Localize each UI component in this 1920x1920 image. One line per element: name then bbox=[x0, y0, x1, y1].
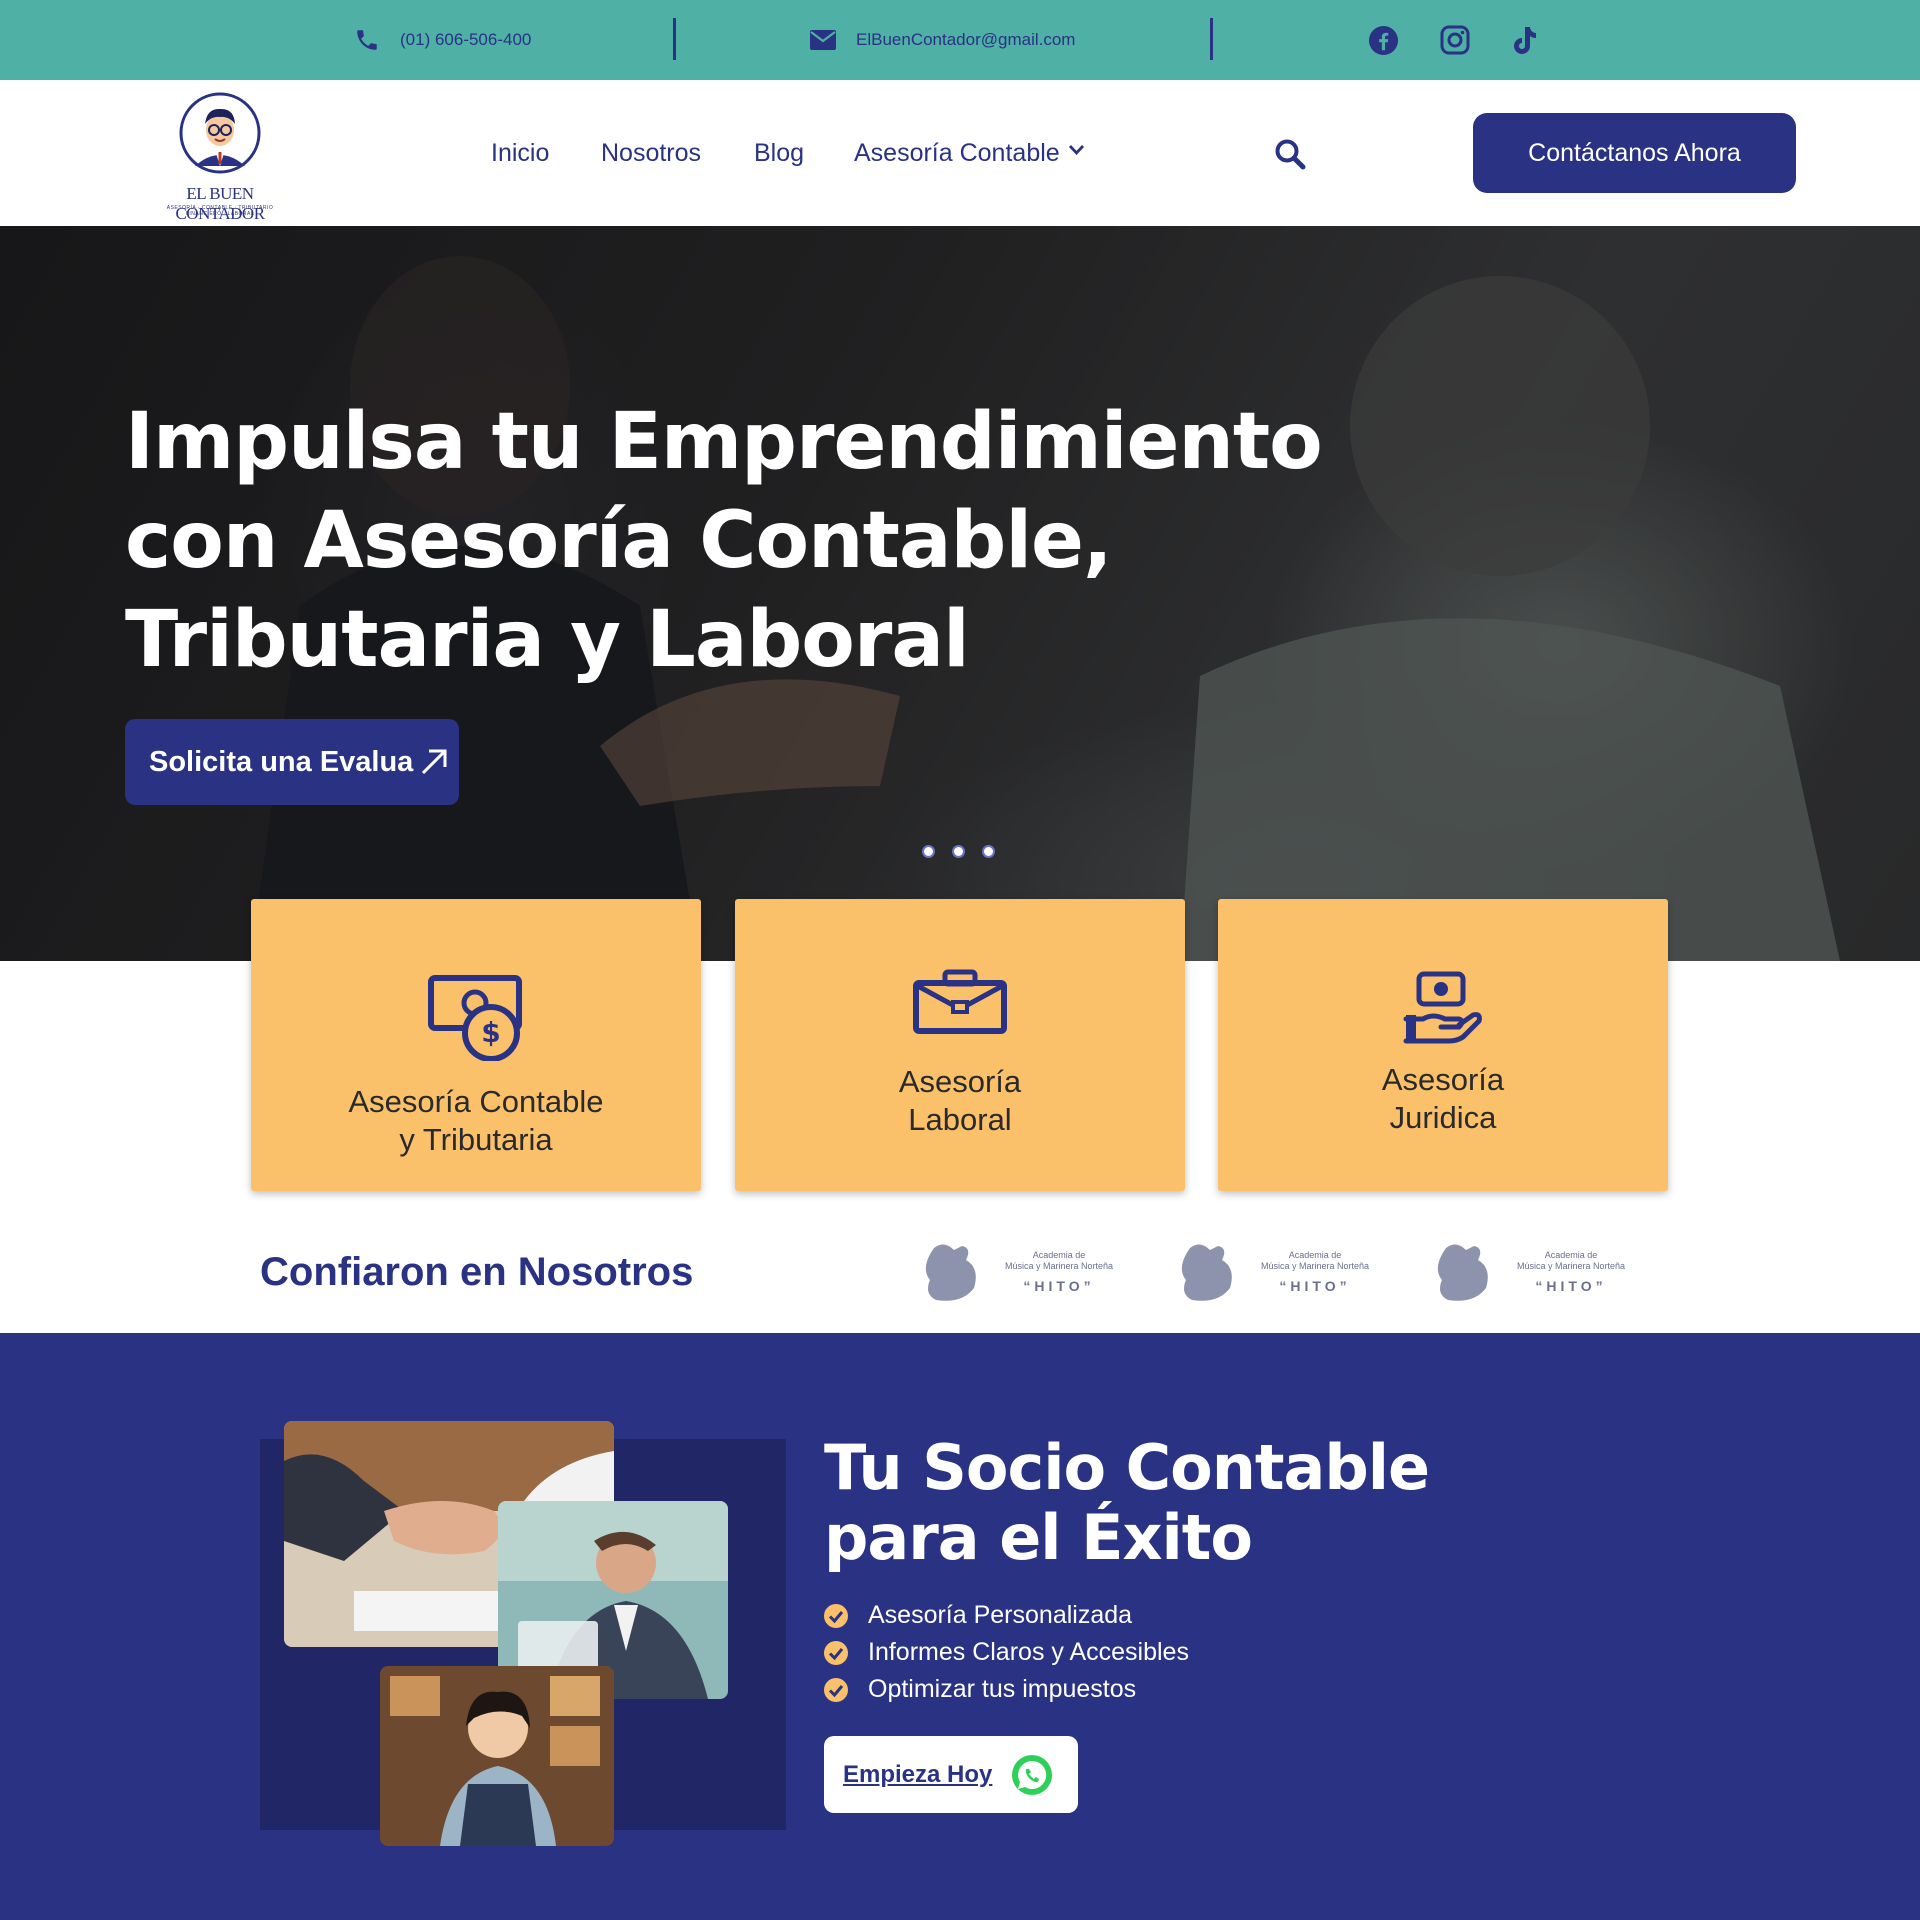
benefit-text: Informes Claros y Accesibles bbox=[868, 1638, 1189, 1666]
list-item: Asesoría Personalizada bbox=[824, 1597, 1189, 1634]
slider-dots bbox=[922, 845, 995, 858]
benefit-text: Asesoría Personalizada bbox=[868, 1601, 1133, 1629]
client-caption-line: Música y Marinera Norteña bbox=[1260, 1261, 1370, 1271]
shop-owner-image bbox=[380, 1666, 614, 1846]
chevron-down-icon[interactable] bbox=[1068, 144, 1085, 156]
logo-tagline: ASESORÍA · CONTABLE · TRIBUTARIO FINANCI… bbox=[142, 205, 298, 217]
client-caption-line: Academia de bbox=[1288, 1250, 1342, 1260]
start-today-button[interactable]: Empieza Hoy bbox=[824, 1736, 1078, 1813]
hero-title: Impulsa tu Emprendimiento con Asesoría C… bbox=[125, 397, 1323, 685]
client-caption: Academia de Música y Marinera Norteña bbox=[984, 1250, 1134, 1272]
phone-number: (01) 606-506-400 bbox=[400, 30, 532, 49]
request-evaluation-label: Solicita una Evalua bbox=[149, 745, 414, 778]
client-logo: Academia de Música y Marinera Norteña “HI… bbox=[1160, 1236, 1395, 1308]
nav-inicio[interactable]: Inicio bbox=[491, 139, 549, 168]
instagram-link[interactable] bbox=[1440, 0, 1470, 80]
briefcase-icon bbox=[913, 969, 1007, 1034]
slider-dot[interactable] bbox=[922, 845, 935, 858]
service-title-line: Laboral bbox=[908, 1102, 1012, 1137]
shop-owner-photo bbox=[380, 1666, 614, 1846]
partner-title-line: para el Éxito bbox=[824, 1501, 1253, 1574]
service-title: Asesoría Contable y Tributaria bbox=[251, 1083, 701, 1159]
email-address: ElBuenContador@gmail.com bbox=[856, 30, 1076, 49]
site-logo[interactable]: EL BUEN CONTADOR ASESORÍA · CONTABLE · T… bbox=[142, 92, 298, 223]
phone-contact[interactable]: (01) 606-506-400 bbox=[354, 0, 531, 80]
client-caption-line: Música y Marinera Norteña bbox=[1516, 1261, 1626, 1271]
hero-slider: Impulsa tu Emprendimiento con Asesoría C… bbox=[0, 226, 1920, 961]
facebook-link[interactable] bbox=[1368, 0, 1399, 80]
check-circle-icon bbox=[824, 1603, 848, 1628]
money-dollar-icon: $ bbox=[428, 975, 522, 1061]
divider bbox=[673, 18, 676, 60]
client-logo: Academia de Música y Marinera Norteña “HI… bbox=[904, 1236, 1139, 1308]
facebook-icon bbox=[1368, 25, 1399, 55]
service-title: Asesoría Juridica bbox=[1218, 1061, 1668, 1137]
phone-icon bbox=[357, 30, 377, 50]
service-title-line: y Tributaria bbox=[399, 1122, 553, 1157]
envelope-icon bbox=[810, 30, 836, 50]
tiktok-link[interactable] bbox=[1510, 0, 1538, 80]
tiktok-icon bbox=[1514, 26, 1536, 54]
service-title-line: Asesoría bbox=[1381, 1062, 1505, 1097]
service-title-line: Asesoría bbox=[898, 1064, 1022, 1099]
service-title-line: Asesoría Contable bbox=[348, 1084, 604, 1119]
email-contact[interactable]: ElBuenContador@gmail.com bbox=[810, 0, 1075, 80]
client-logo: Academia de Música y Marinera Norteña “HI… bbox=[1416, 1236, 1651, 1308]
check-circle-icon bbox=[824, 1677, 848, 1702]
divider bbox=[1210, 18, 1213, 60]
logo-tagline-line: FINANCIERO · LABORAL bbox=[185, 211, 255, 217]
whatsapp-icon bbox=[1012, 1754, 1053, 1795]
nav-nosotros[interactable]: Nosotros bbox=[601, 139, 701, 168]
logo-text: EL BUEN CONTADOR bbox=[175, 184, 265, 223]
benefits-list: Asesoría Personalizada Informes Claros y… bbox=[824, 1597, 1189, 1708]
dancers-logo-icon bbox=[1437, 1244, 1488, 1301]
arrow-up-right-icon bbox=[422, 749, 447, 775]
hand-money-icon bbox=[1403, 971, 1482, 1044]
client-caption-line: Academia de bbox=[1032, 1250, 1086, 1260]
accountant-mascot-icon bbox=[179, 92, 261, 174]
list-item: Optimizar tus impuestos bbox=[824, 1671, 1189, 1708]
nav-blog[interactable]: Blog bbox=[754, 139, 804, 168]
list-item: Informes Claros y Accesibles bbox=[824, 1634, 1189, 1671]
service-card-contable[interactable]: $ Asesoría Contable y Tributaria bbox=[251, 899, 701, 1191]
client-caption: Academia de Música y Marinera Norteña bbox=[1496, 1250, 1646, 1272]
request-evaluation-button[interactable]: Solicita una Evalua bbox=[125, 719, 459, 805]
contact-now-button[interactable]: Contáctanos Ahora bbox=[1473, 113, 1796, 193]
slider-dot[interactable] bbox=[952, 845, 965, 858]
partner-title: Tu Socio Contable para el Éxito bbox=[824, 1431, 1430, 1574]
partner-title-line: Tu Socio Contable bbox=[824, 1431, 1430, 1504]
main-header: EL BUEN CONTADOR ASESORÍA · CONTABLE · T… bbox=[0, 80, 1920, 226]
dancers-logo-icon bbox=[1181, 1244, 1232, 1301]
instagram-icon bbox=[1440, 25, 1470, 55]
client-name: “HITO” bbox=[1023, 1278, 1095, 1294]
start-today-label: Empieza Hoy bbox=[843, 1760, 993, 1788]
partner-section: Tu Socio Contable para el Éxito Asesoría… bbox=[0, 1333, 1920, 1920]
client-caption-line: Música y Marinera Norteña bbox=[1004, 1261, 1114, 1271]
nav-asesoria-contable[interactable]: Asesoría Contable bbox=[854, 139, 1060, 168]
search-icon[interactable] bbox=[1274, 138, 1306, 170]
check-circle-icon bbox=[824, 1640, 848, 1665]
clients-title: Confiaron en Nosotros bbox=[260, 1250, 694, 1294]
service-title: Asesoría Laboral bbox=[735, 1063, 1185, 1139]
dancers-logo-icon bbox=[925, 1244, 976, 1301]
top-bar: (01) 606-506-400 ElBuenContador@gmail.co… bbox=[0, 0, 1920, 80]
client-caption: Academia de Música y Marinera Norteña bbox=[1240, 1250, 1390, 1272]
service-title-line: Juridica bbox=[1389, 1100, 1497, 1135]
benefit-text: Optimizar tus impuestos bbox=[868, 1675, 1137, 1703]
slider-dot[interactable] bbox=[982, 845, 995, 858]
service-card-laboral[interactable]: Asesoría Laboral bbox=[735, 899, 1185, 1191]
service-card-juridica[interactable]: Asesoría Juridica bbox=[1218, 899, 1668, 1191]
client-caption-line: Academia de bbox=[1544, 1250, 1598, 1260]
client-name: “HITO” bbox=[1279, 1278, 1351, 1294]
svg-text:$: $ bbox=[481, 1016, 500, 1049]
client-name: “HITO” bbox=[1535, 1278, 1607, 1294]
